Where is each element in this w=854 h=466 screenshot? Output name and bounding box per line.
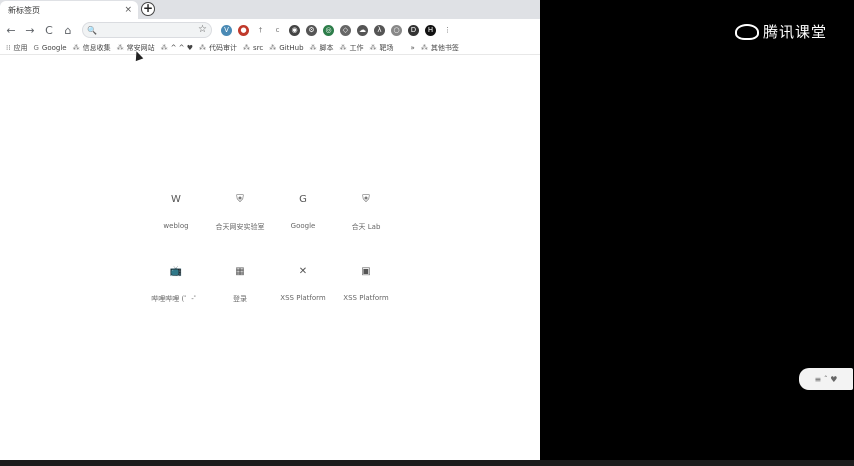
shortcut-tile[interactable]: ▣ XSS Platform [331, 262, 401, 303]
bookmark-item[interactable]: ⁂ 脚本 [310, 43, 334, 53]
bookmark-item[interactable]: ⁂ 工作 [340, 43, 364, 53]
folder-icon: ⁂ [72, 43, 80, 52]
shortcut-tile[interactable]: 📺 哔哩哔哩 (゜-゜ [141, 262, 211, 304]
shortcut-label: 哔哩哔哩 (゜-゜ [151, 295, 201, 303]
bookmark-item[interactable]: ⁂ GitHub [269, 44, 303, 52]
address-bar[interactable]: 🔍 ☆ [82, 22, 212, 38]
toolbar: ← → C ⌂ 🔍 ☆ V ● † c ◉ ⚙ ◎ ◇ ☁ λ ○ D H ⋮ [0, 19, 540, 41]
target-icon[interactable]: ◉ [289, 24, 300, 36]
home-icon[interactable]: ⌂ [60, 22, 76, 38]
folder-icon: ⁂ [243, 43, 251, 52]
bookmark-label: ^ ^ ♥ [170, 43, 194, 52]
w-icon: W [171, 193, 181, 205]
bookmark-item[interactable]: ⁞⁞ 应用 [6, 43, 27, 53]
shortcut-label: XSS Platform [280, 294, 326, 302]
shortcut-tile[interactable]: G Google [268, 190, 338, 231]
x-icon: ✕ [298, 265, 308, 277]
shield-icon: ⛨ [362, 193, 370, 205]
grid-icon: ▦ [235, 265, 245, 277]
browser-window: 新标签页 × + ← → C ⌂ 🔍 ☆ V ● † c ◉ ⚙ ◎ ◇ ☁ λ ○ D H ⋮ ⁞⁞ 应用… [0, 0, 540, 460]
bookmark-label: 靶场 [379, 43, 394, 52]
new-tab-button[interactable]: + [141, 2, 155, 16]
bookmarks-bar: ⁞⁞ 应用 G Google ⁂ 信息收集 ⁂ 常安网站 ⁂ ^ ^ ♥ ⁂ 代码审计 ⁂ src ⁂ Git… [0, 41, 540, 55]
bookmark-label: 其他书签 [430, 43, 459, 52]
bookmark-label: 代码审计 [209, 43, 238, 52]
bookmark-item[interactable]: G Google [33, 44, 66, 52]
floating-widget[interactable]: ≡ ˆ ♥ [799, 368, 853, 390]
watermark: 腾讯课堂 [735, 21, 827, 42]
shortcut-tile[interactable]: ⛨ 合天网安实验室 [205, 190, 275, 232]
shortcut-label: XSS Platform [343, 294, 389, 302]
folder-icon: ⁂ [199, 43, 207, 52]
back-icon[interactable]: ← [3, 22, 19, 38]
c-icon[interactable]: c [272, 25, 283, 36]
bookmark-label: 脚本 [319, 43, 334, 52]
folder-icon: ⁂ [269, 43, 277, 52]
folder-icon: ⁂ [116, 43, 124, 52]
folder-icon: ⁂ [160, 43, 168, 52]
watermark-text: 腾讯课堂 [763, 23, 828, 41]
h-icon[interactable]: H [425, 24, 436, 36]
tab-new-tab[interactable]: 新标签页 × [0, 1, 138, 19]
reload-icon[interactable]: C [41, 22, 57, 38]
tab-title: 新标签页 [8, 5, 40, 15]
apps-icon: ⁞⁞ [6, 43, 11, 52]
tencent-classroom-logo-icon [735, 23, 759, 40]
cloud-icon[interactable]: ☁ [357, 24, 368, 36]
shortcut-label: 合天 Lab [351, 223, 381, 231]
google-icon: G [299, 193, 307, 205]
bookmark-label: 应用 [13, 43, 28, 52]
lambda-icon[interactable]: λ [374, 24, 385, 36]
bookmark-item[interactable]: ⁂ 代码审计 [199, 43, 237, 53]
new-tab-page: Wweblog ⛨ 合天网安实验室 G Google ⛨ 合天 Lab 📺 哔哩哔哩 (゜-゜ ▦… [0, 55, 540, 460]
red-circle-icon[interactable]: ● [238, 24, 249, 36]
taskbar [0, 460, 854, 466]
bookmark-label: » [410, 43, 415, 52]
circle-icon[interactable]: ○ [391, 24, 402, 36]
search-icon: 🔍 [87, 25, 97, 35]
extensions-bar: V ● † c ◉ ⚙ ◎ ◇ ☁ λ ○ D H ⋮ [218, 24, 456, 36]
address-input[interactable] [99, 24, 207, 36]
bookmark-label: 工作 [349, 43, 364, 52]
tv-icon: 📺 [169, 265, 183, 277]
gear-icon[interactable]: ⚙ [306, 24, 317, 36]
shield-icon: ⛨ [236, 193, 244, 205]
bookmark-label: 信息收集 [82, 43, 111, 52]
bookmark-item[interactable]: » [408, 44, 415, 52]
shield-icon[interactable]: ◇ [340, 24, 351, 36]
menu-icon[interactable]: ⋮ [442, 25, 453, 36]
bookmark-item[interactable]: ⁂ src [243, 44, 263, 52]
bookmark-label: GitHub [279, 43, 304, 52]
bookmark-item[interactable]: ⁂ 靶场 [370, 43, 394, 53]
bookmark-label: Google [41, 43, 67, 52]
v-icon[interactable]: V [221, 24, 232, 36]
folder-icon: ⁂ [420, 43, 428, 52]
shortcut-label: Google [290, 222, 316, 230]
folder-icon: ⁂ [369, 43, 377, 52]
shortcut-label: 合天网安实验室 [215, 223, 265, 231]
shortcut-label: weblog [163, 222, 189, 230]
folder-icon: ⁂ [309, 43, 317, 52]
tab-strip: 新标签页 × + [0, 0, 540, 19]
star-icon[interactable]: ☆ [198, 24, 207, 35]
shortcut-tile[interactable]: ✕ XSS Platform [268, 262, 338, 303]
shortcut-label: 登录 [233, 295, 247, 303]
folder-icon: ⁂ [339, 43, 347, 52]
bookmark-item[interactable]: ⁂ ^ ^ ♥ [161, 44, 193, 52]
bookmark-item[interactable]: ⁂ 信息收集 [73, 43, 111, 53]
chrome-icon[interactable]: ◎ [323, 24, 334, 36]
square-icon: ▣ [361, 265, 371, 277]
shortcut-tile[interactable]: ⛨ 合天 Lab [331, 190, 401, 232]
shortcut-tile[interactable]: ▦ 登录 [205, 262, 275, 304]
close-icon[interactable]: × [124, 5, 132, 15]
d-icon[interactable]: D [408, 24, 419, 36]
bookmark-item[interactable]: ⁂ 其他书签 [421, 43, 459, 53]
bookmark-label: src [253, 43, 264, 52]
forward-icon[interactable]: → [22, 22, 38, 38]
google-icon: G [33, 43, 39, 52]
pin-icon[interactable]: † [255, 25, 266, 36]
shortcut-tile[interactable]: Wweblog [141, 190, 211, 231]
